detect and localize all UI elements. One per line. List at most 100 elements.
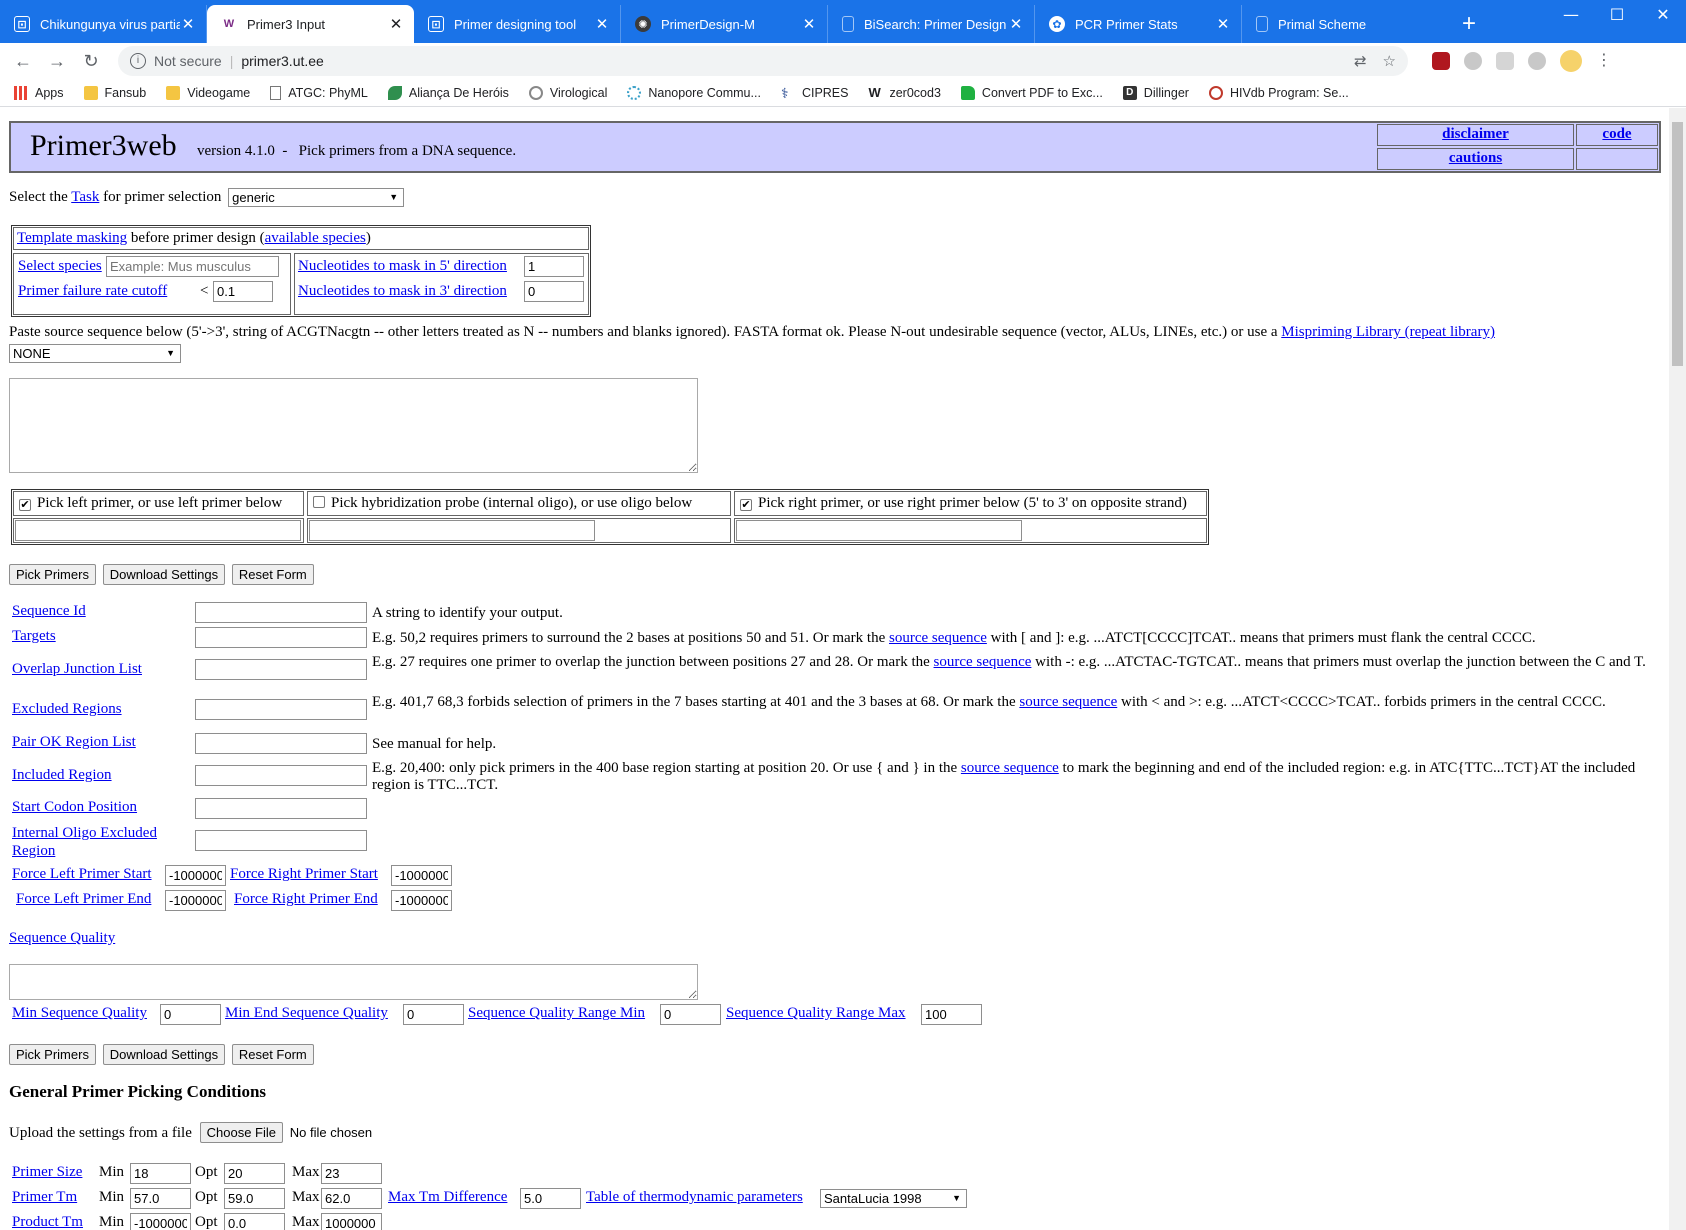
included-region-input[interactable] <box>195 765 367 786</box>
tab-primerdesign-m[interactable]: ✺ PrimerDesign-M ✕ <box>621 5 828 43</box>
species-input[interactable] <box>106 256 279 277</box>
close-icon[interactable]: ✕ <box>1008 15 1024 33</box>
pair-ok-region-input[interactable] <box>195 733 367 754</box>
primer-tm-opt-input[interactable] <box>224 1188 285 1209</box>
quality-range-max-link[interactable]: Sequence Quality Range Max <box>726 1005 906 1022</box>
download-settings-button[interactable]: Download Settings <box>102 1044 226 1065</box>
pick-primers-button[interactable]: Pick Primers <box>9 1044 96 1065</box>
address-bar[interactable]: i Not secure | primer3.ut.ee ⇄ ☆ <box>118 46 1408 76</box>
bookmark-virological[interactable]: Virological <box>528 85 607 100</box>
primer-size-max-input[interactable] <box>321 1163 382 1184</box>
close-icon[interactable]: ✕ <box>801 15 817 33</box>
bookmark-fansub[interactable]: Fansub <box>83 85 146 100</box>
force-right-end-input[interactable] <box>391 890 452 911</box>
targets-input[interactable] <box>195 627 367 648</box>
reload-icon[interactable]: ↻ <box>74 51 108 72</box>
tab-pcr-primer-stats[interactable]: ✿ PCR Primer Stats ✕ <box>1035 5 1242 43</box>
maximize-icon[interactable]: ☐ <box>1594 0 1640 30</box>
download-settings-button[interactable]: Download Settings <box>102 564 226 585</box>
tab-primer3-input[interactable]: W Primer3 Input ✕ <box>207 5 414 43</box>
new-tab-icon[interactable]: + <box>1449 5 1489 43</box>
min-end-quality-input[interactable] <box>403 1004 464 1025</box>
select-species-link[interactable]: Select species <box>18 258 102 275</box>
bookmark-nanopore[interactable]: Nanopore Commu... <box>627 85 761 100</box>
force-left-end-input[interactable] <box>165 890 226 911</box>
primer-tm-link[interactable]: Primer Tm <box>12 1189 77 1206</box>
bookmark-dillinger[interactable]: D Dillinger <box>1122 85 1189 100</box>
bookmark-videogame[interactable]: Videogame <box>166 85 250 100</box>
sequence-id-link[interactable]: Sequence Id <box>12 603 86 620</box>
task-select[interactable]: generic ▼ <box>228 188 405 207</box>
left-primer-input[interactable] <box>15 520 301 541</box>
mask-5-link[interactable]: Nucleotides to mask in 5' direction <box>298 258 507 275</box>
targets-link[interactable]: Targets <box>12 628 56 645</box>
pick-right-checkbox[interactable]: ✔ <box>740 499 752 511</box>
mendeley-icon[interactable] <box>1432 52 1450 70</box>
template-masking-link[interactable]: Template masking <box>17 230 127 246</box>
quality-range-min-input[interactable] <box>660 1004 721 1025</box>
mask-3-input[interactable] <box>524 281 584 302</box>
max-tm-difference-link[interactable]: Max Tm Difference <box>388 1189 507 1206</box>
force-left-end-link[interactable]: Force Left Primer End <box>16 891 151 908</box>
bookmark-apps[interactable]: Apps <box>14 85 64 100</box>
source-sequence-textarea[interactable] <box>9 378 698 473</box>
force-left-start-link[interactable]: Force Left Primer Start <box>12 866 152 883</box>
reset-form-button[interactable]: Reset Form <box>231 564 314 585</box>
excluded-regions-input[interactable] <box>195 699 367 720</box>
start-codon-link[interactable]: Start Codon Position <box>12 799 137 816</box>
bookmark-cipres[interactable]: ⚕ CIPRES <box>781 86 849 100</box>
mask-3-link[interactable]: Nucleotides to mask in 3' direction <box>298 283 507 300</box>
right-primer-input[interactable] <box>736 520 1022 541</box>
product-tm-link[interactable]: Product Tm <box>12 1214 83 1230</box>
product-tm-min-input[interactable] <box>130 1213 191 1230</box>
translate-icon[interactable]: ⇄ <box>1354 52 1367 70</box>
mispriming-library-select[interactable]: NONE ▼ <box>9 344 181 363</box>
bookmark-hivdb[interactable]: HIVdb Program: Se... <box>1208 85 1349 100</box>
force-right-start-link[interactable]: Force Right Primer Start <box>230 866 378 883</box>
internal-oligo-excluded-input[interactable] <box>195 830 367 851</box>
mispriming-library-link[interactable]: Mispriming Library (repeat library) <box>1281 324 1495 340</box>
sequence-quality-link[interactable]: Sequence Quality <box>9 930 115 947</box>
primer-tm-min-input[interactable] <box>130 1188 191 1209</box>
scrollbar-thumb[interactable] <box>1672 122 1683 366</box>
product-tm-opt-input[interactable] <box>224 1213 285 1230</box>
bookmark-zer0cod3[interactable]: Wzer0cod3 <box>868 85 940 100</box>
bookmark-phyml[interactable]: ATGC: PhyML <box>270 85 368 100</box>
pick-left-checkbox[interactable]: ✔ <box>19 499 31 511</box>
close-icon[interactable]: ✕ <box>180 15 196 33</box>
included-region-link[interactable]: Included Region <box>12 767 112 784</box>
tab-bisearch[interactable]: BiSearch: Primer Design an ✕ <box>828 5 1035 43</box>
info-icon[interactable]: i <box>130 53 146 69</box>
choose-file-button[interactable]: Choose File <box>199 1122 283 1143</box>
failure-rate-input[interactable] <box>213 281 273 302</box>
tab-chikungunya[interactable]: ⊡ Chikungunya virus partial v ✕ <box>0 5 207 43</box>
source-sequence-link[interactable]: source sequence <box>1019 694 1117 710</box>
min-end-quality-link[interactable]: Min End Sequence Quality <box>225 1005 388 1022</box>
internal-oligo-input[interactable] <box>309 520 595 541</box>
close-icon[interactable]: ✕ <box>1215 15 1231 33</box>
sequence-id-input[interactable] <box>195 602 367 623</box>
menu-icon[interactable]: ⋮ <box>1596 52 1612 70</box>
quality-range-max-input[interactable] <box>921 1004 982 1025</box>
back-icon[interactable]: ← <box>6 51 40 72</box>
task-link[interactable]: Task <box>71 189 99 205</box>
close-icon[interactable]: ✕ <box>594 15 610 33</box>
overlap-junction-input[interactable] <box>195 659 367 680</box>
min-sequence-quality-input[interactable] <box>160 1004 221 1025</box>
reset-form-button[interactable]: Reset Form <box>231 1044 314 1065</box>
code-link[interactable]: code <box>1602 126 1631 142</box>
overlap-junction-link[interactable]: Overlap Junction List <box>12 661 142 678</box>
primer-tm-max-input[interactable] <box>321 1188 382 1209</box>
quality-range-min-link[interactable]: Sequence Quality Range Min <box>468 1005 645 1022</box>
scrollbar[interactable] <box>1669 108 1686 1230</box>
force-left-start-input[interactable] <box>165 865 226 886</box>
bookmark-alianca[interactable]: Aliança De Heróis <box>387 85 509 100</box>
primer-size-min-input[interactable] <box>130 1163 191 1184</box>
pair-ok-region-link[interactable]: Pair OK Region List <box>12 734 136 751</box>
pick-primers-button[interactable]: Pick Primers <box>9 564 96 585</box>
source-sequence-link[interactable]: source sequence <box>961 760 1059 776</box>
thermodynamic-table-link[interactable]: Table of thermodynamic parameters <box>586 1189 803 1206</box>
bookmark-convert-pdf[interactable]: Convert PDF to Exc... <box>960 85 1103 100</box>
force-right-start-input[interactable] <box>391 865 452 886</box>
failure-rate-link[interactable]: Primer failure rate cutoff <box>18 283 167 300</box>
